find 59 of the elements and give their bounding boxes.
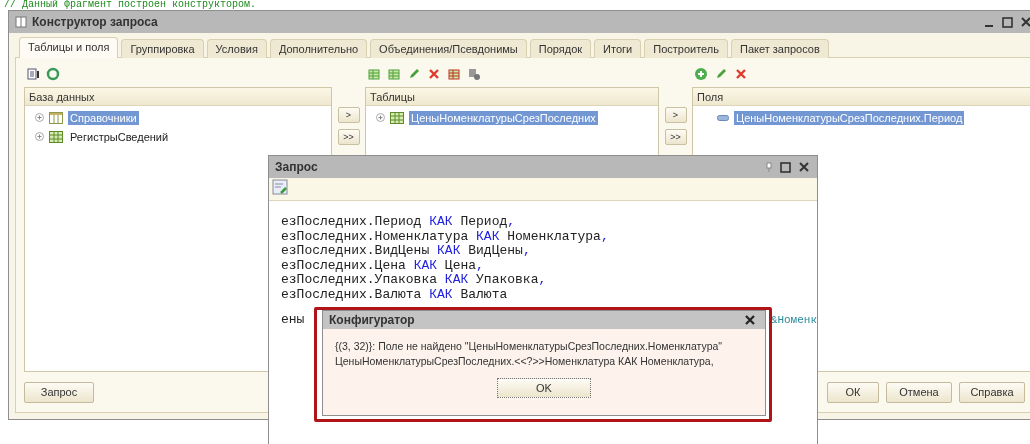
- tab[interactable]: Группировка: [121, 39, 204, 58]
- transfer-button[interactable]: >>: [664, 129, 687, 145]
- expand-icon[interactable]: [376, 113, 385, 122]
- delete-table-icon[interactable]: [447, 67, 461, 81]
- tree-item[interactable]: РегистрыСведений: [68, 129, 171, 144]
- code-line: езПоследних.Упаковка КАК Упаковка,: [281, 273, 548, 288]
- code-fragment: &Номенк: [770, 313, 817, 328]
- panel-header: Таблицы: [366, 88, 658, 106]
- tab[interactable]: Объединения/Псевдонимы: [370, 39, 527, 58]
- code-line: езПоследних.Валюта КАК Валюта: [281, 287, 509, 302]
- tab[interactable]: Построитель: [644, 39, 728, 58]
- expand-icon[interactable]: [35, 113, 44, 122]
- query-button[interactable]: Запрос: [24, 381, 94, 403]
- dialog-button[interactable]: Отмена: [886, 381, 952, 403]
- window-icon: [15, 16, 27, 28]
- dialog-button[interactable]: Справка: [959, 381, 1025, 403]
- window-title: Запрос: [275, 160, 318, 174]
- code-fragment: ены: [281, 313, 305, 328]
- tab[interactable]: Дополнительно: [269, 39, 368, 58]
- close-icon[interactable]: [745, 315, 755, 325]
- pencil-icon[interactable]: [714, 67, 728, 81]
- tab[interactable]: Пакет запросов: [731, 39, 829, 58]
- edit-query-icon[interactable]: [272, 179, 288, 195]
- code-line: езПоследних.Цена КАК Цена,: [281, 258, 485, 273]
- maximize-icon[interactable]: [780, 161, 791, 173]
- code-line: езПоследних.ВидЦены КАК ВидЦены,: [281, 244, 532, 259]
- columns-icon: [49, 111, 63, 124]
- code-line: езПоследних.Номенклатура КАК Номенклатура,: [281, 229, 610, 244]
- transfer-button[interactable]: >>: [337, 129, 360, 145]
- field-icon: [717, 114, 729, 121]
- close-icon[interactable]: [799, 162, 809, 172]
- transfer-button[interactable]: >: [337, 107, 360, 123]
- table-icon: [390, 111, 404, 124]
- panel-header: База данных: [25, 88, 331, 106]
- add-icon[interactable]: [694, 67, 708, 81]
- tab[interactable]: Итоги: [594, 39, 642, 58]
- window-title: Конфигуратор: [329, 313, 415, 327]
- tab[interactable]: Таблицы и поля: [19, 37, 119, 58]
- panel-header: Поля: [693, 88, 1030, 106]
- add-table-icon[interactable]: [367, 67, 381, 81]
- transfer-button[interactable]: >: [664, 107, 687, 123]
- pin-icon[interactable]: [766, 162, 772, 172]
- pencil-icon[interactable]: [407, 67, 421, 81]
- dialog-button[interactable]: ОК: [827, 381, 879, 403]
- code-line: езПоследних.Период КАК Период,: [281, 215, 517, 230]
- tab[interactable]: Условия: [206, 39, 267, 58]
- error-message: ЦеныНоменклатурыСрезПоследних.<<?>>Номенклатура КАК Номенклатура,: [335, 354, 715, 369]
- ok-button[interactable]: OK: [497, 378, 591, 398]
- table-icon: [49, 130, 63, 143]
- delete-icon[interactable]: [734, 67, 748, 81]
- code-comment: // Данный фрагмент построен конструктором.: [4, 0, 257, 10]
- close-icon[interactable]: [1021, 17, 1030, 27]
- maximize-icon[interactable]: [1002, 16, 1013, 28]
- table-icon[interactable]: [387, 67, 401, 81]
- expand-icon[interactable]: [35, 132, 44, 141]
- error-message: {(3, 32)}: Поле не найдено "ЦеныНоменклатурыСрезПоследних.Номенклатура": [335, 339, 724, 354]
- tab[interactable]: Порядок: [529, 39, 592, 58]
- window-title: Конструктор запроса: [32, 15, 158, 29]
- delete-icon[interactable]: [427, 67, 441, 81]
